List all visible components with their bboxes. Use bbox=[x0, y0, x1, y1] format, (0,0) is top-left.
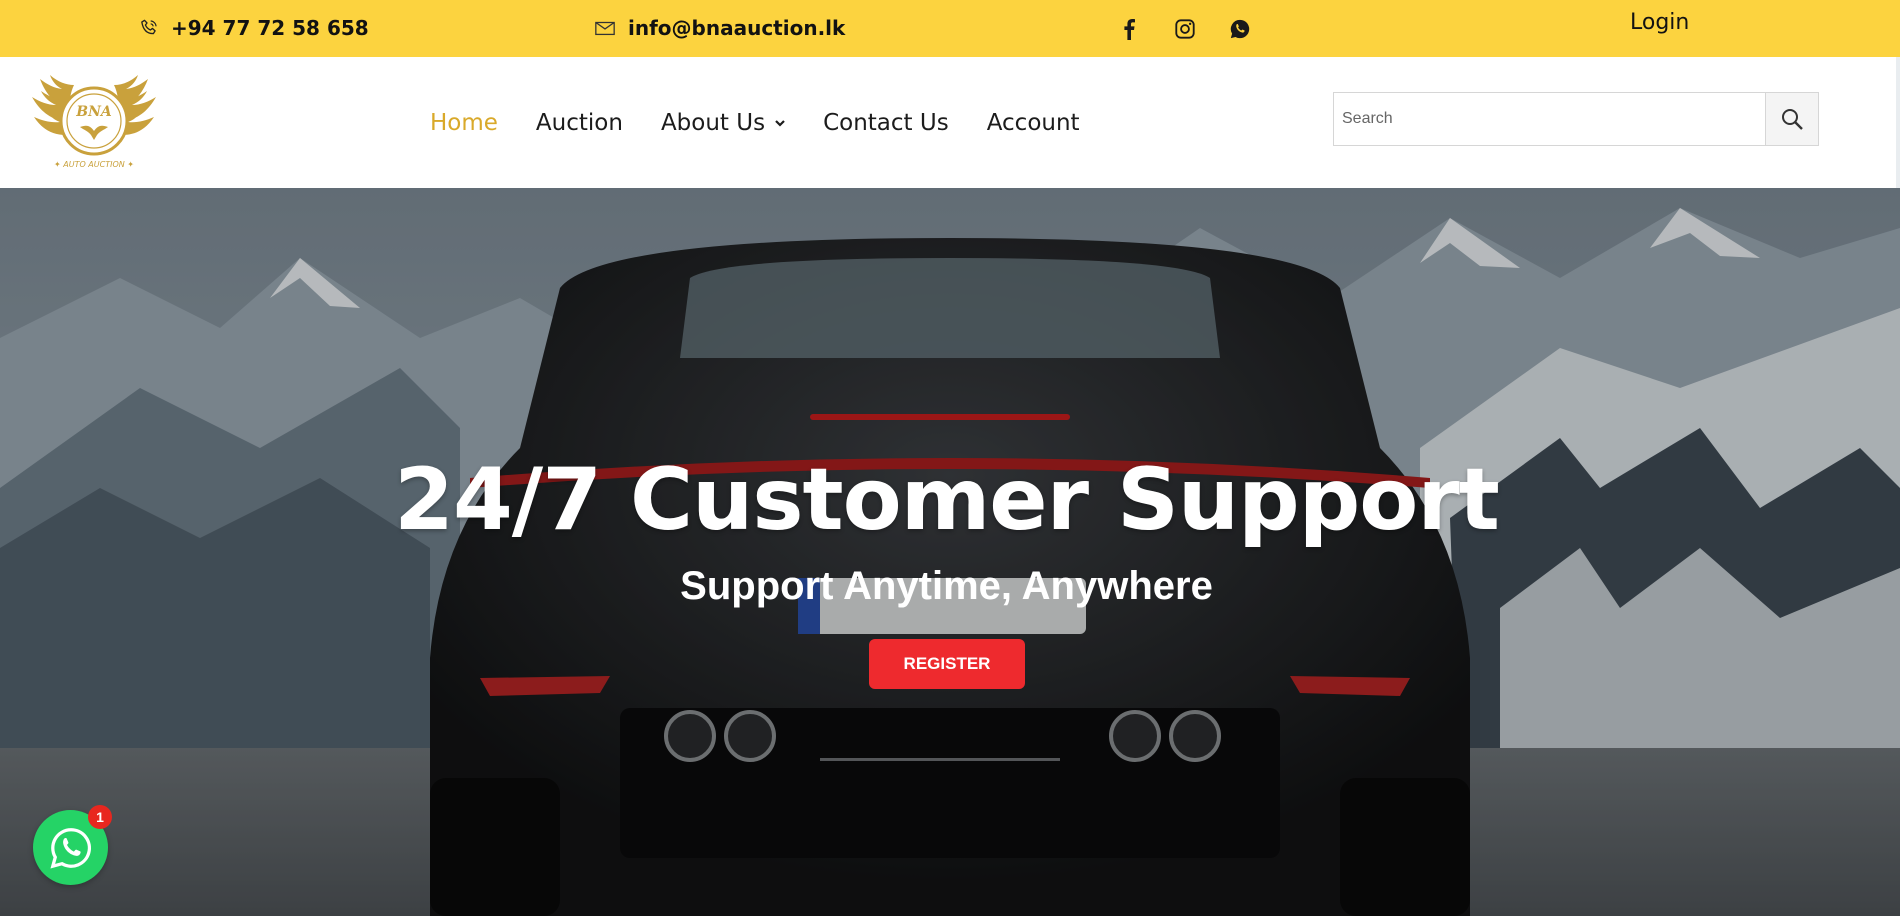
nav-home[interactable]: Home bbox=[430, 110, 498, 136]
phone-number: +94 77 72 58 658 bbox=[171, 16, 369, 40]
hero-title: 24/7 Customer Support bbox=[394, 450, 1500, 550]
facebook-icon bbox=[1124, 19, 1135, 40]
nav-contact-us[interactable]: Contact Us bbox=[823, 110, 949, 136]
phone-icon bbox=[141, 19, 157, 35]
search-icon bbox=[1782, 109, 1803, 130]
register-button[interactable]: REGISTER bbox=[869, 639, 1025, 689]
instagram-link[interactable] bbox=[1171, 15, 1199, 43]
nav-auction[interactable]: Auction bbox=[536, 110, 623, 136]
whatsapp-icon bbox=[1230, 19, 1250, 39]
svg-text:✦ AUTO AUCTION ✦: ✦ AUTO AUCTION ✦ bbox=[54, 160, 134, 169]
main-header: BNA ✦ AUTO AUCTION ✦ Home Auction About … bbox=[0, 57, 1896, 188]
site-logo[interactable]: BNA ✦ AUTO AUCTION ✦ bbox=[28, 69, 160, 177]
search-input[interactable] bbox=[1334, 93, 1765, 145]
hero-subtitle: Support Anytime, Anywhere bbox=[680, 564, 1213, 608]
nav-account[interactable]: Account bbox=[987, 110, 1080, 136]
chevron-down-icon bbox=[775, 120, 785, 127]
contact-phone[interactable]: +94 77 72 58 658 bbox=[139, 14, 369, 42]
nav-about-us-label: About Us bbox=[660, 110, 766, 136]
login-link[interactable]: Login bbox=[1630, 10, 1689, 35]
notification-badge: 1 bbox=[88, 805, 112, 829]
facebook-link[interactable] bbox=[1115, 15, 1143, 43]
mail-icon bbox=[595, 21, 615, 36]
logo-emblem: BNA ✦ AUTO AUCTION ✦ bbox=[32, 75, 156, 169]
hero-banner: 24/7 Customer Support Support Anytime, A… bbox=[0, 188, 1900, 916]
nav-about-us[interactable]: About Us bbox=[661, 110, 786, 136]
email-address: info@bnaauction.lk bbox=[628, 16, 846, 40]
main-nav: Home Auction About Us Contact Us Account bbox=[430, 103, 1080, 143]
hero-background-image bbox=[0, 188, 1900, 916]
contact-email[interactable]: info@bnaauction.lk bbox=[594, 14, 845, 42]
top-bar: +94 77 72 58 658 info@bnaauction.lk Logi… bbox=[0, 0, 1900, 57]
svg-text:BNA: BNA bbox=[75, 104, 112, 120]
whatsapp-link[interactable] bbox=[1226, 15, 1254, 43]
search-button[interactable] bbox=[1765, 93, 1818, 145]
whatsapp-icon bbox=[49, 827, 91, 869]
instagram-icon bbox=[1175, 19, 1195, 39]
search-box bbox=[1333, 92, 1819, 146]
